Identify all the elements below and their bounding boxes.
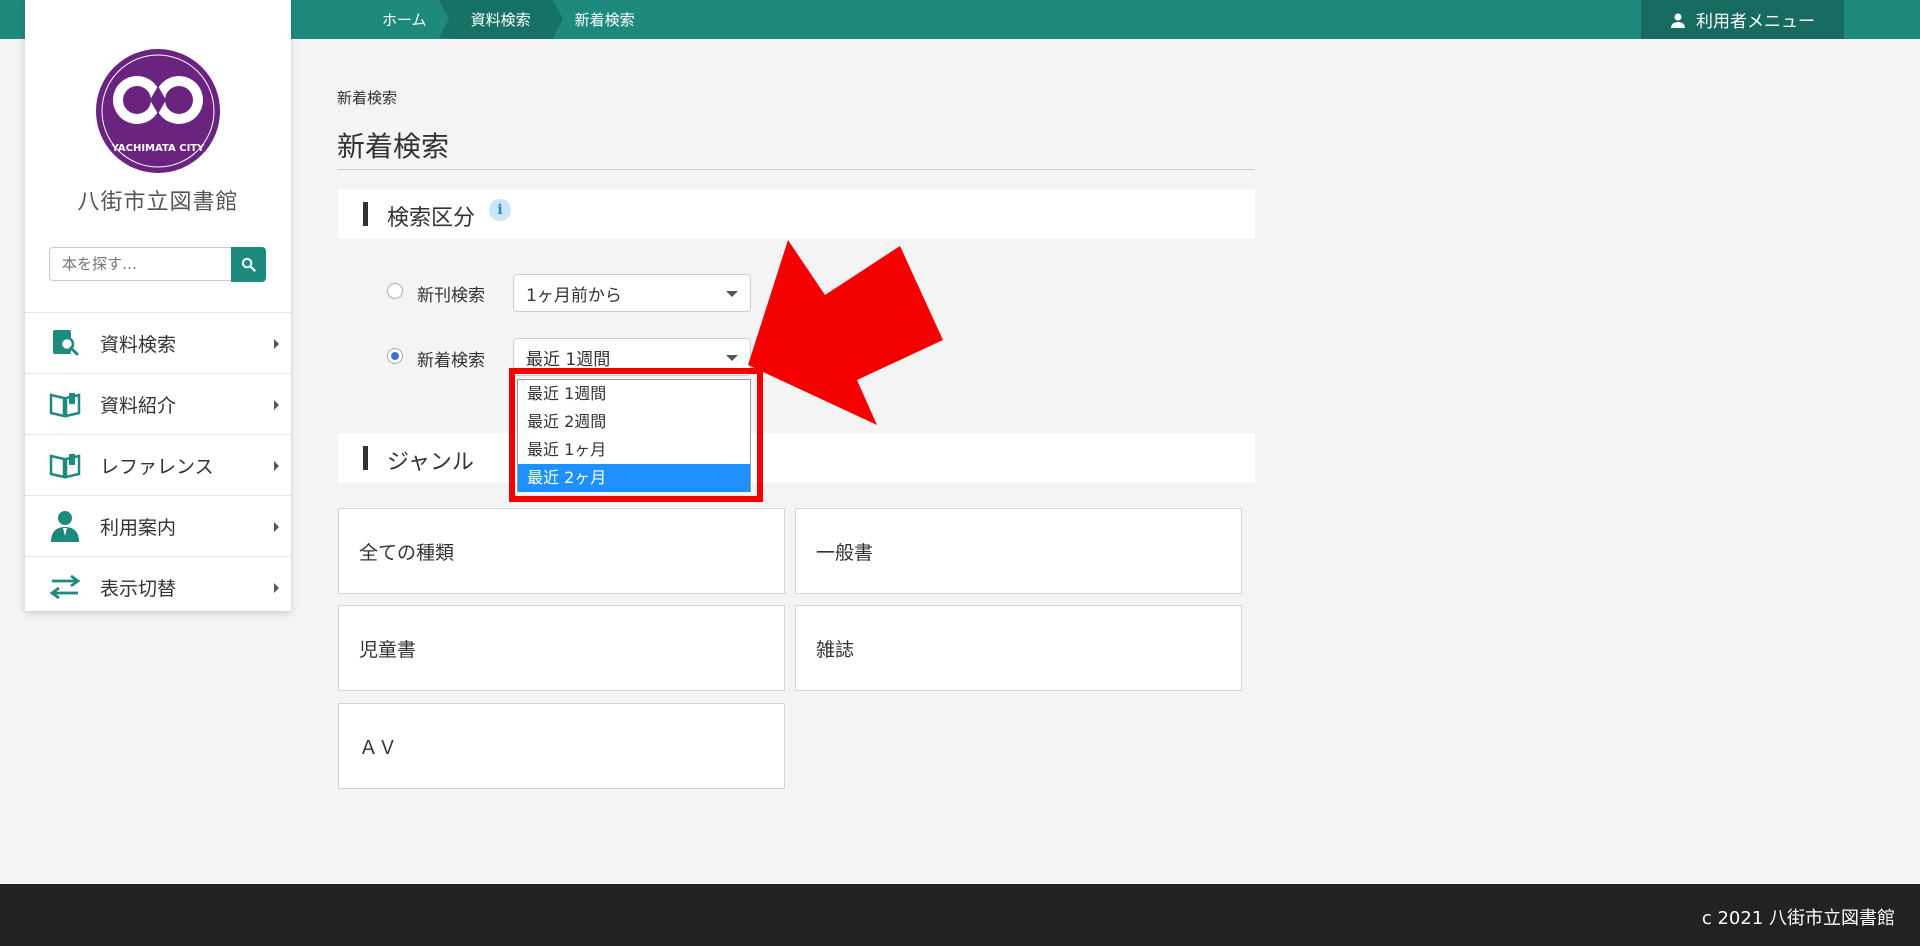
sidebar-item-material-intro[interactable]: 資料紹介 (25, 373, 291, 434)
radio-label[interactable]: 新刊検索 (417, 281, 485, 306)
genre-card-magazine[interactable]: 雑誌 (795, 605, 1242, 691)
user-menu-label: 利用者メニュー (1696, 12, 1815, 32)
genre-label: 児童書 (359, 638, 417, 661)
genre-section-header: ジャンル (338, 433, 1255, 483)
genre-card-av[interactable]: ＡＶ (338, 703, 785, 789)
genre-label: 全ての種類 (359, 541, 455, 564)
chevron-right-icon (274, 400, 279, 410)
sidebar: YACHIMATA CITY 八街市立図書館 資料検索 資料紹介 レファレンス … (25, 0, 291, 611)
select-value: 1ヶ月前から (526, 285, 622, 306)
info-icon[interactable]: i (489, 199, 511, 221)
chevron-right-icon (274, 461, 279, 471)
sidebar-item-material-search[interactable]: 資料検索 (25, 312, 291, 373)
chevron-right-icon (274, 583, 279, 593)
sidebar-item-label: 表示切替 (100, 577, 177, 600)
annotation-arrow-icon (748, 240, 943, 425)
section-title: ジャンル (387, 450, 474, 475)
user-menu-button[interactable]: 利用者メニュー (1641, 0, 1844, 39)
person-icon (51, 511, 79, 542)
section-bar (363, 446, 368, 470)
switch-arrows-icon (49, 574, 81, 600)
breadcrumb-home[interactable]: ホーム (360, 0, 449, 39)
section-bar (363, 202, 368, 226)
sidebar-item-label: レファレンス (100, 455, 214, 478)
annotation-highlight-box (509, 368, 763, 502)
genre-card-general[interactable]: 一般書 (795, 508, 1242, 594)
radio-new-publication[interactable] (387, 283, 403, 299)
genre-card-all[interactable]: 全ての種類 (338, 508, 785, 594)
logo-text: YACHIMATA CITY (111, 143, 206, 154)
sidebar-item-label: 資料紹介 (100, 394, 177, 417)
library-logo[interactable]: YACHIMATA CITY (95, 48, 221, 174)
genre-card-children[interactable]: 児童書 (338, 605, 785, 691)
genre-label: 一般書 (816, 541, 874, 564)
sidebar-item-display-switch[interactable]: 表示切替 (25, 556, 291, 617)
new-publication-period-select[interactable]: 1ヶ月前から (513, 274, 751, 312)
select-value: 最近 1週間 (526, 349, 611, 370)
open-book-icon (49, 393, 81, 418)
chevron-right-icon (274, 339, 279, 349)
caret-down-icon (726, 291, 738, 297)
radio-new-arrival[interactable] (387, 348, 403, 364)
search-type-section-header: 検索区分 i (338, 189, 1255, 239)
genre-label: ＡＶ (359, 736, 398, 759)
chevron-right-icon (274, 522, 279, 532)
search-button[interactable] (231, 247, 266, 282)
breadcrumb: ホーム 資料検索 新着検索 (360, 0, 657, 39)
sidebar-item-label: 利用案内 (100, 516, 177, 539)
page-title: 新着検索 (337, 130, 450, 163)
breadcrumb-new-arrivals: 新着検索 (574, 11, 635, 29)
library-name: 八街市立図書館 (77, 190, 239, 215)
caret-down-icon (726, 355, 738, 361)
user-icon (1671, 13, 1685, 28)
search-icon (241, 257, 256, 272)
breadcrumb-material-search[interactable]: 資料検索 (438, 0, 563, 39)
sidebar-nav: 資料検索 資料紹介 レファレンス 利用案内 表示切替 (25, 312, 291, 617)
footer: c 2021 八街市立図書館 (0, 884, 1920, 946)
page-breadcrumb: 新着検索 (337, 89, 398, 107)
sidebar-item-guide[interactable]: 利用案内 (25, 495, 291, 556)
radio-label[interactable]: 新着検索 (417, 346, 485, 371)
search-book-icon (53, 330, 79, 356)
section-title: 検索区分 (387, 206, 476, 231)
open-book-icon (49, 454, 81, 479)
sidebar-item-label: 資料検索 (100, 333, 177, 356)
search-input[interactable] (49, 247, 232, 281)
genre-label: 雑誌 (816, 638, 855, 661)
copyright: c 2021 八街市立図書館 (1701, 908, 1895, 929)
sidebar-item-reference[interactable]: レファレンス (25, 434, 291, 495)
title-divider (337, 169, 1255, 170)
